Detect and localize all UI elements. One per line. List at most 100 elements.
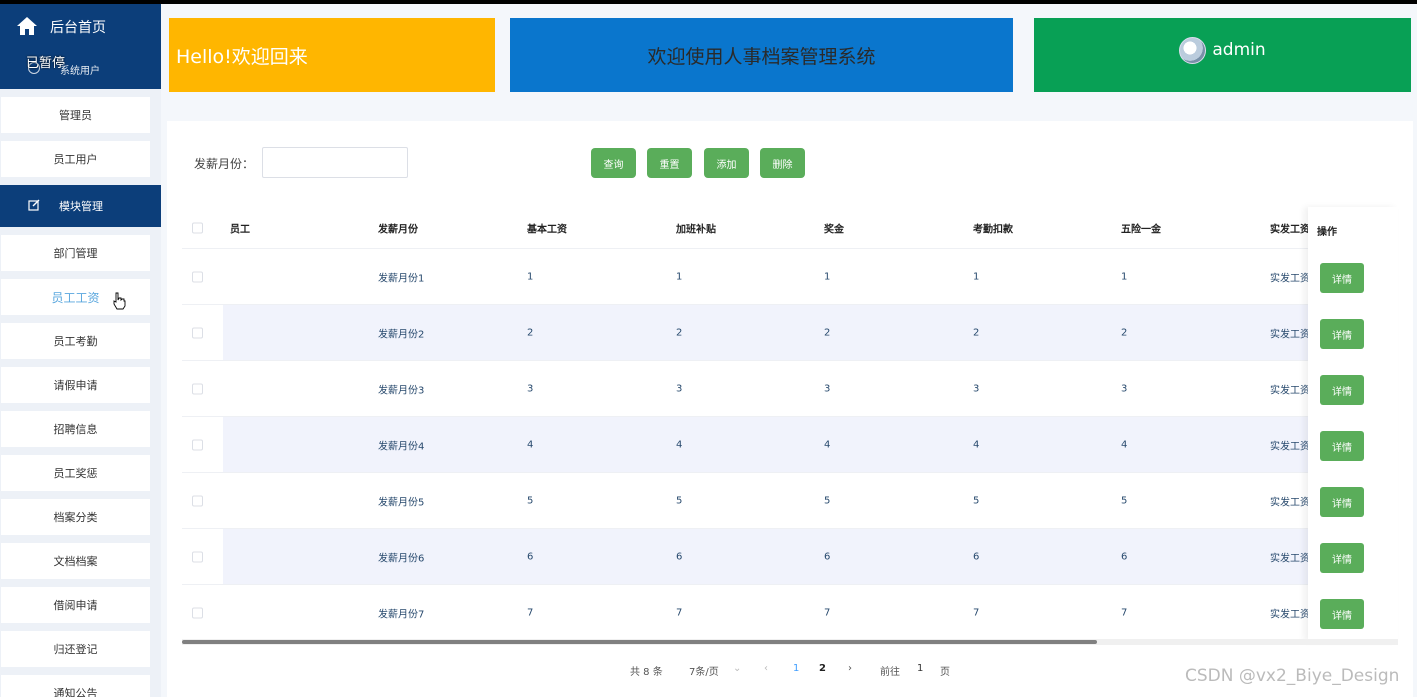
detail-button[interactable]: 详情 <box>1320 543 1364 573</box>
delete-button[interactable]: 删除 <box>760 148 805 178</box>
cell-pay-month: 发薪月份6 <box>378 553 425 564</box>
table-header-row: 员工 发薪月份 基本工资 加班补贴 奖金 考勤扣款 五险一金 实发工资 <box>182 207 1398 249</box>
sidebar-item-notice[interactable]: 通知公告 <box>1 675 150 697</box>
avatar[interactable] <box>1179 36 1207 64</box>
cell-pay-month: 发薪月份7 <box>378 609 425 620</box>
sidebar-item-return[interactable]: 归还登记 <box>1 631 150 667</box>
user-card[interactable]: admin <box>1034 18 1411 92</box>
watermark: CSDN @vx2_Biye_Design <box>1185 666 1400 686</box>
row-checkbox[interactable] <box>192 439 203 450</box>
page-suffix: 页 <box>940 667 950 678</box>
cell-deduction: 4 <box>973 439 980 450</box>
sidebar-home[interactable]: 后台首页 系统用户 已暂停 <box>0 4 161 89</box>
sidebar-item-borrow[interactable]: 借阅申请 <box>1 587 150 623</box>
col-overtime: 加班补贴 <box>676 224 716 235</box>
sidebar-item-attendance[interactable]: 员工考勤 <box>1 323 150 359</box>
sidebar-item-archive-category[interactable]: 档案分类 <box>1 499 150 535</box>
sidebar-item-rewards[interactable]: 员工奖惩 <box>1 455 150 491</box>
detail-button[interactable]: 详情 <box>1320 599 1364 629</box>
cell-insurance: 3 <box>1121 383 1128 394</box>
section-module-management[interactable]: 模块管理 <box>0 185 161 227</box>
sidebar-item-salary[interactable]: 员工工资 <box>1 279 150 315</box>
table-row: 发薪月份4 4 4 4 4 4 实发工资4 <box>182 417 1398 473</box>
add-button[interactable]: 添加 <box>704 148 749 178</box>
paused-overlay: 已暂停 <box>26 56 66 71</box>
username[interactable]: admin <box>1212 40 1265 60</box>
page-1[interactable]: 1 <box>793 663 799 674</box>
row-checkbox[interactable] <box>192 383 203 394</box>
cell-deduction: 6 <box>973 551 980 562</box>
section-label-system-users[interactable]: 系统用户 <box>60 62 100 77</box>
cell-bonus: 6 <box>824 551 831 562</box>
detail-button[interactable]: 详情 <box>1320 431 1364 461</box>
cell-bonus: 5 <box>824 495 831 506</box>
page-size-select[interactable]: 7条/页 <box>689 663 719 678</box>
cell-overtime: 4 <box>676 439 683 450</box>
welcome-text: Hello!欢迎回来 <box>176 45 308 68</box>
sidebar-item-admin[interactable]: 管理员 <box>1 97 150 133</box>
table-row: 发薪月份3 3 3 3 3 3 实发工资3 <box>182 361 1398 417</box>
table-row: 发薪月份2 2 2 2 2 2 实发工资2 <box>182 305 1398 361</box>
prev-page-icon[interactable]: ‹ <box>764 663 768 674</box>
col-pay-month: 发薪月份 <box>378 224 418 235</box>
page-2[interactable]: 2 <box>819 663 826 674</box>
cell-pay-month: 发薪月份5 <box>378 497 425 508</box>
cell-base-salary: 5 <box>527 495 534 506</box>
cell-bonus: 3 <box>824 383 831 394</box>
goto-page-input[interactable]: 1 <box>917 663 923 674</box>
col-insurance: 五险一金 <box>1121 224 1161 235</box>
cell-bonus: 4 <box>824 439 831 450</box>
chevron-down-icon[interactable]: ⌄ <box>733 663 741 674</box>
goto-label: 前往 <box>880 667 900 678</box>
cell-insurance: 4 <box>1121 439 1128 450</box>
sidebar: 后台首页 系统用户 已暂停 管理员 员工用户 模块管理 部门管理 员工工资 员工… <box>0 4 161 697</box>
sidebar-item-employee-users[interactable]: 员工用户 <box>1 141 150 177</box>
operations-column: 操作 详情 详情 详情 详情 详情 详情 详情 <box>1308 207 1398 641</box>
detail-button[interactable]: 详情 <box>1320 487 1364 517</box>
detail-button[interactable]: 详情 <box>1320 375 1364 405</box>
row-checkbox[interactable] <box>192 607 203 618</box>
cell-overtime: 1 <box>676 271 683 282</box>
cell-base-salary: 1 <box>527 271 534 282</box>
welcome-card: Hello!欢迎回来 <box>169 18 495 92</box>
cell-insurance: 6 <box>1121 551 1128 562</box>
home-icon <box>17 17 37 35</box>
cell-base-salary: 3 <box>527 383 534 394</box>
cell-bonus: 7 <box>824 607 831 618</box>
cell-overtime: 5 <box>676 495 683 506</box>
cell-pay-month: 发薪月份2 <box>378 329 425 340</box>
sidebar-item-documents[interactable]: 文档档案 <box>1 543 150 579</box>
scrollbar-thumb[interactable] <box>182 640 1097 644</box>
cell-bonus: 2 <box>824 327 831 338</box>
sidebar-item-leave[interactable]: 请假申请 <box>1 367 150 403</box>
row-checkbox[interactable] <box>192 495 203 506</box>
top-border <box>0 0 1417 4</box>
sidebar-item-department[interactable]: 部门管理 <box>1 235 150 271</box>
hand-cursor-icon <box>113 292 126 310</box>
cell-overtime: 2 <box>676 327 683 338</box>
section-label: 模块管理 <box>59 200 103 213</box>
detail-button[interactable]: 详情 <box>1320 319 1364 349</box>
cell-overtime: 6 <box>676 551 683 562</box>
cell-overtime: 7 <box>676 607 683 618</box>
cell-insurance: 1 <box>1121 271 1128 282</box>
system-title: 欢迎使用人事档案管理系统 <box>647 45 876 68</box>
select-all-checkbox[interactable] <box>192 222 203 233</box>
query-button[interactable]: 查询 <box>591 148 636 178</box>
row-checkbox[interactable] <box>192 327 203 338</box>
row-checkbox[interactable] <box>192 271 203 282</box>
reset-button[interactable]: 重置 <box>647 148 692 178</box>
horizontal-scrollbar[interactable] <box>182 639 1398 645</box>
row-checkbox[interactable] <box>192 551 203 562</box>
table-row: 发薪月份7 7 7 7 7 7 实发工资7 <box>182 585 1398 641</box>
pay-month-input[interactable] <box>262 147 408 178</box>
detail-button[interactable]: 详情 <box>1320 263 1364 293</box>
sidebar-item-recruitment[interactable]: 招聘信息 <box>1 411 150 447</box>
table-row: 发薪月份6 6 6 6 6 6 实发工资6 <box>182 529 1398 585</box>
cell-overtime: 3 <box>676 383 683 394</box>
col-net-salary: 实发工资 <box>1270 224 1310 235</box>
col-deduction: 考勤扣款 <box>973 224 1013 235</box>
cell-deduction: 1 <box>973 271 980 282</box>
cell-pay-month: 发薪月份1 <box>378 273 425 284</box>
next-page-icon[interactable]: › <box>848 663 852 674</box>
